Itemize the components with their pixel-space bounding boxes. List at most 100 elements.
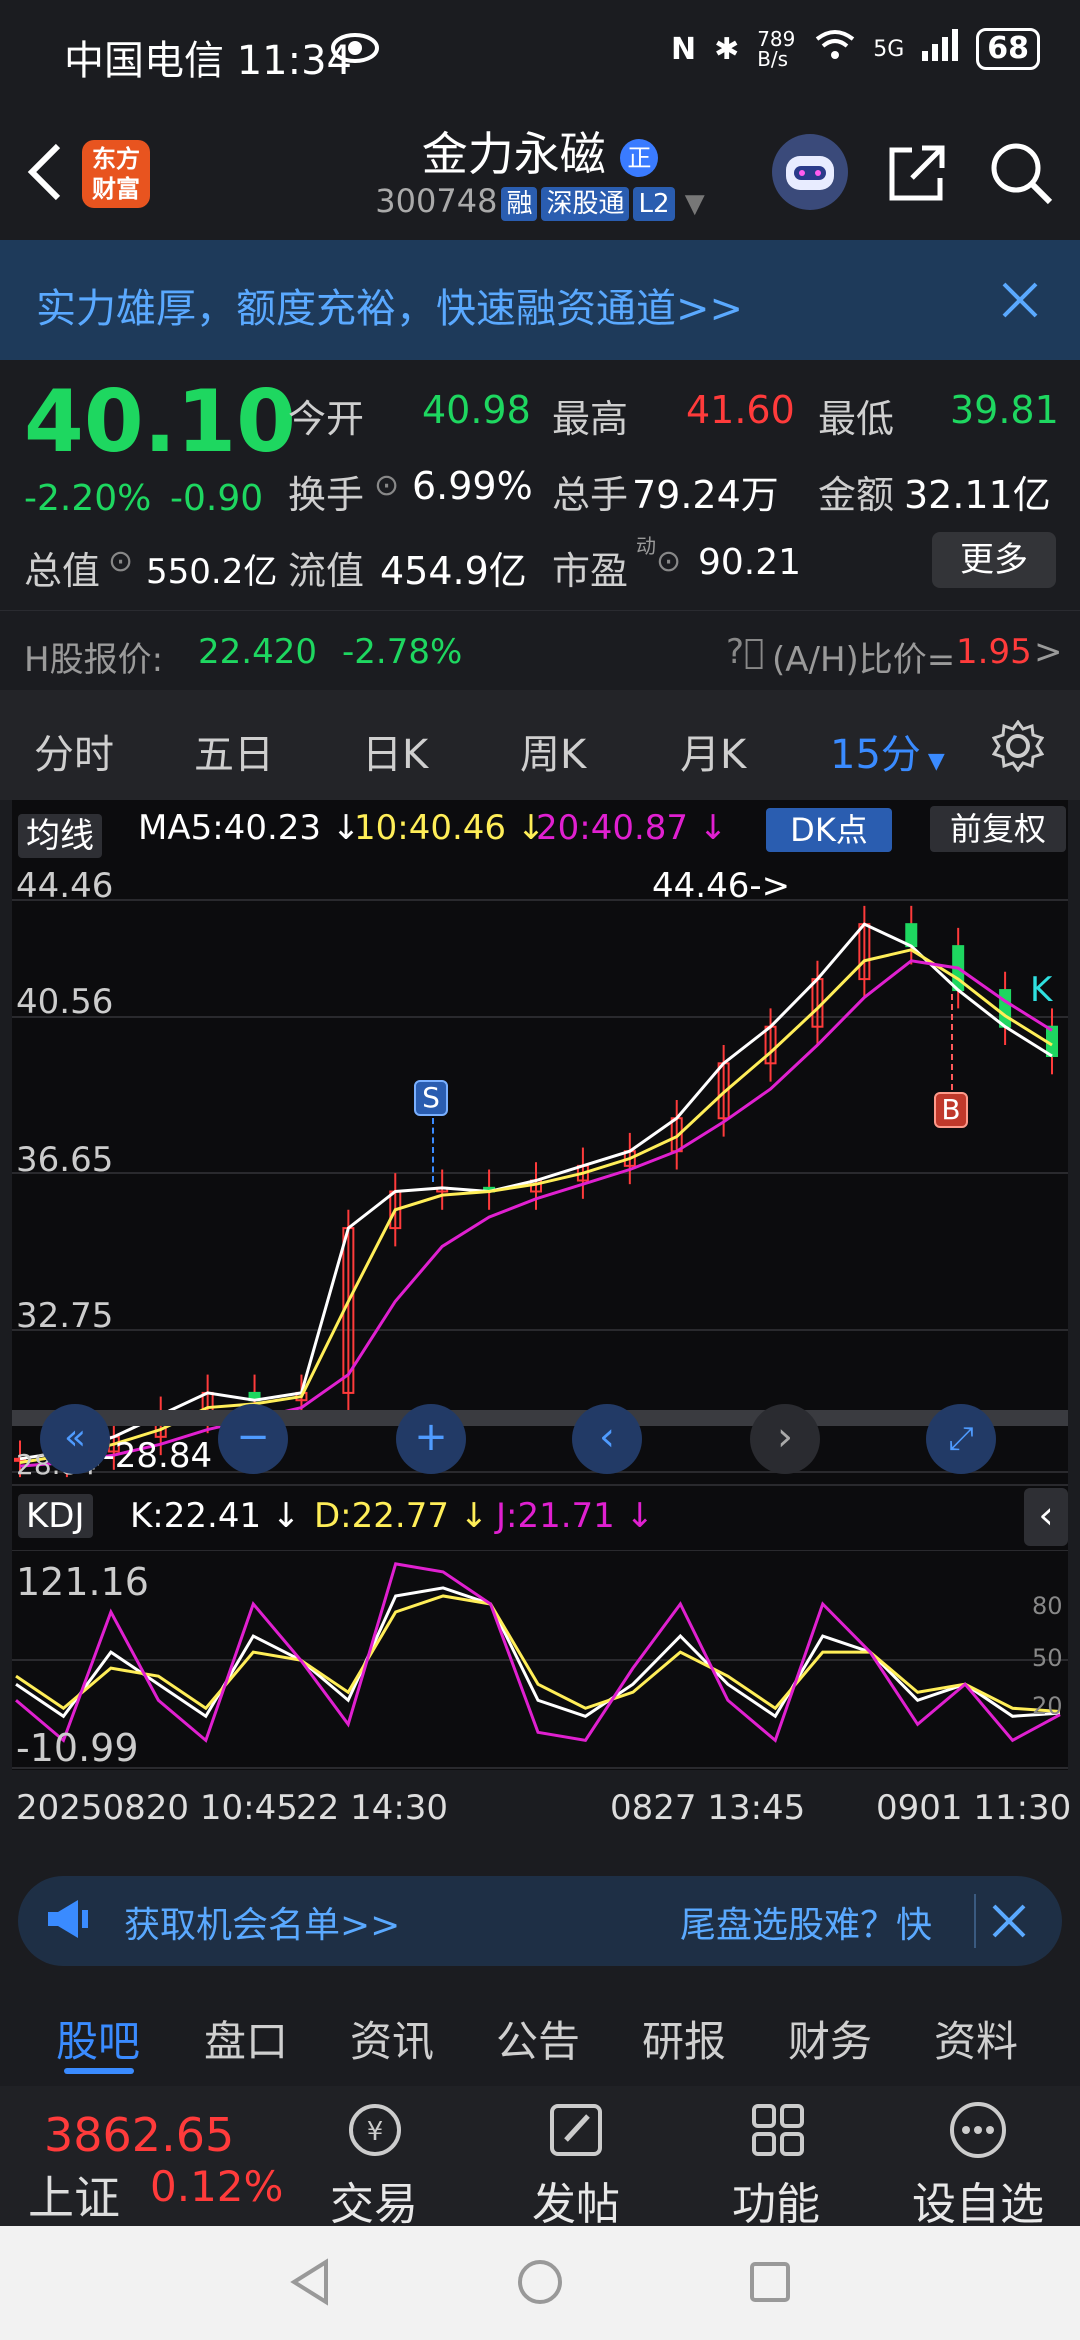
chevron-right-icon[interactable]: ›	[750, 1404, 820, 1474]
close-icon[interactable]	[1000, 280, 1040, 324]
chevron-left-icon[interactable]: ‹	[572, 1404, 642, 1474]
more-dots-icon[interactable]	[948, 2100, 1008, 2164]
double-chevron-left-icon[interactable]: «	[40, 1404, 110, 1474]
y-tick-3: 36.65	[16, 1140, 114, 1180]
zoom-out-icon[interactable]: −	[218, 1404, 288, 1474]
kdj-selector[interactable]: KDJ	[18, 1494, 93, 1538]
ma-legend[interactable]: 均线	[18, 808, 102, 858]
collapse-panel-icon[interactable]: ‹	[1024, 1488, 1068, 1546]
price-chart-svg[interactable]	[12, 860, 1068, 1480]
kdj-line-3	[15, 1562, 1061, 1743]
kdj-50-tick: 50	[1032, 1644, 1063, 1672]
close-icon[interactable]	[990, 1902, 1028, 1944]
subtab-forum[interactable]: 股吧	[56, 2008, 140, 2069]
kdj-chart-svg[interactable]	[12, 1550, 1068, 1770]
hshare-price: 22.420	[198, 632, 317, 672]
subtab-orderbook[interactable]: 盘口	[204, 2008, 288, 2069]
search-icon[interactable]	[988, 140, 1054, 210]
pe-label: 市盈	[552, 549, 629, 593]
subtab-research[interactable]: 研报	[642, 2008, 726, 2069]
sell-signal-badge[interactable]: S	[414, 1080, 448, 1116]
wifi-icon	[815, 29, 855, 69]
pe-sup: 动	[636, 534, 656, 558]
tab-5day[interactable]: 五日	[194, 722, 274, 780]
sell-signal-line	[432, 1118, 434, 1182]
help-icon[interactable]: ?⃝	[726, 632, 764, 672]
info-icon[interactable]: ⊙	[108, 544, 133, 579]
k-signal-badge: K	[1030, 970, 1053, 1010]
zoom-in-icon[interactable]: +	[396, 1404, 466, 1474]
adjust-button[interactable]: 前复权	[930, 806, 1066, 852]
kdj-20-tick: 20	[1032, 1692, 1063, 1720]
index-value[interactable]: 3862.65	[44, 2108, 234, 2162]
time-tick-4: 0901 11:30	[876, 1788, 1072, 1828]
stock-code: 300748	[375, 182, 498, 220]
index-name[interactable]: 上证	[28, 2162, 120, 2228]
y-tick-4: 32.75	[16, 1296, 114, 1336]
ad-text-right[interactable]: 尾盘选股难？快	[680, 1896, 932, 1948]
kdj-legend[interactable]: KDJ	[18, 1494, 93, 1538]
ah-ratio-value: 1.95	[956, 632, 1032, 672]
tag-l2: L2	[633, 187, 675, 221]
tab-daily[interactable]: 日K	[362, 722, 428, 780]
hshare-pct: -2.78%	[342, 632, 463, 672]
post-label[interactable]: 发帖	[532, 2168, 620, 2232]
status-carrier-time: 中国电信 11:34	[64, 38, 352, 84]
kdj-d-value: D:22.77 ↓	[314, 1496, 489, 1536]
tab-15min[interactable]: 15分 ▼	[830, 722, 945, 780]
time-tick-1: 20250820 10:45	[16, 1788, 298, 1828]
nav-back-icon[interactable]	[286, 2258, 334, 2310]
nav-recents-icon[interactable]	[746, 2258, 794, 2310]
function-label[interactable]: 功能	[732, 2168, 820, 2232]
kdj-d-text: D:22.77	[314, 1496, 449, 1536]
bluetooth-icon: ✱	[714, 31, 740, 67]
time-tick-3: 0827 13:45	[610, 1788, 806, 1828]
last-price: 40.10	[24, 372, 297, 472]
trade-label[interactable]: 交易	[330, 2168, 418, 2232]
add-watchlist-label[interactable]: 设自选	[912, 2168, 1044, 2232]
ad-text-left[interactable]: 获取机会名单>>	[124, 1896, 400, 1948]
share-icon[interactable]	[886, 142, 948, 208]
tab-intraday[interactable]: 分时	[34, 722, 114, 780]
open-label: 今开	[288, 397, 365, 441]
volume-label: 总手	[552, 473, 629, 517]
tab-monthly[interactable]: 月K	[680, 722, 746, 780]
index-pct[interactable]: 0.12%	[150, 2162, 283, 2211]
info-icon[interactable]: ⊙	[656, 544, 681, 579]
fullscreen-icon[interactable]: ⤢	[926, 1404, 996, 1474]
title-badge: 正	[620, 138, 659, 177]
kdj-k-value: K:22.41 ↓	[130, 1496, 301, 1536]
ma10-value: 10:40.46 ↓	[354, 808, 546, 848]
low-value: 39.81	[950, 388, 1059, 432]
subtab-profile[interactable]: 资料	[934, 2008, 1018, 2069]
subtab-financials[interactable]: 财务	[788, 2008, 872, 2069]
chevron-right-icon[interactable]: >	[1034, 632, 1063, 672]
gear-icon[interactable]	[991, 719, 1045, 776]
subtab-news[interactable]: 资讯	[350, 2008, 434, 2069]
kdj-j-value: J:21.71 ↓	[496, 1496, 655, 1536]
buy-signal-badge[interactable]: B	[934, 1092, 968, 1128]
tab-weekly[interactable]: 周K	[520, 722, 586, 780]
ma-line-3	[19, 959, 1053, 1468]
active-tab-indicator	[64, 2068, 134, 2074]
promo-banner-text[interactable]: 实力雄厚，额度充裕，快速融资通道>>	[36, 276, 743, 334]
nav-home-icon[interactable]	[516, 2258, 564, 2310]
ah-ratio-label: (A/H)比价=	[772, 640, 956, 680]
price-change: -0.90	[170, 478, 264, 519]
dk-point-button[interactable]: DK点	[766, 808, 892, 852]
ma20-value: 20:40.87 ↓	[536, 808, 728, 848]
robot-assistant-icon[interactable]	[772, 134, 848, 210]
tag-connect: 深股通	[541, 187, 630, 221]
subtab-announcements[interactable]: 公告	[496, 2008, 580, 2069]
nfc-icon: N	[670, 31, 697, 67]
grid-icon[interactable]	[748, 2100, 808, 2164]
trade-icon[interactable]: ¥	[340, 2100, 410, 2164]
turnover-value: 6.99%	[412, 464, 533, 508]
info-icon[interactable]: ⊙	[374, 468, 399, 503]
time-tick-2: 22 14:30	[296, 1788, 449, 1828]
ma-selector[interactable]: 均线	[18, 814, 102, 858]
ad-divider	[974, 1894, 976, 1948]
more-button[interactable]: 更多	[932, 532, 1056, 588]
edit-icon[interactable]	[544, 2100, 608, 2164]
chart-scrollbar[interactable]	[12, 1410, 1068, 1426]
